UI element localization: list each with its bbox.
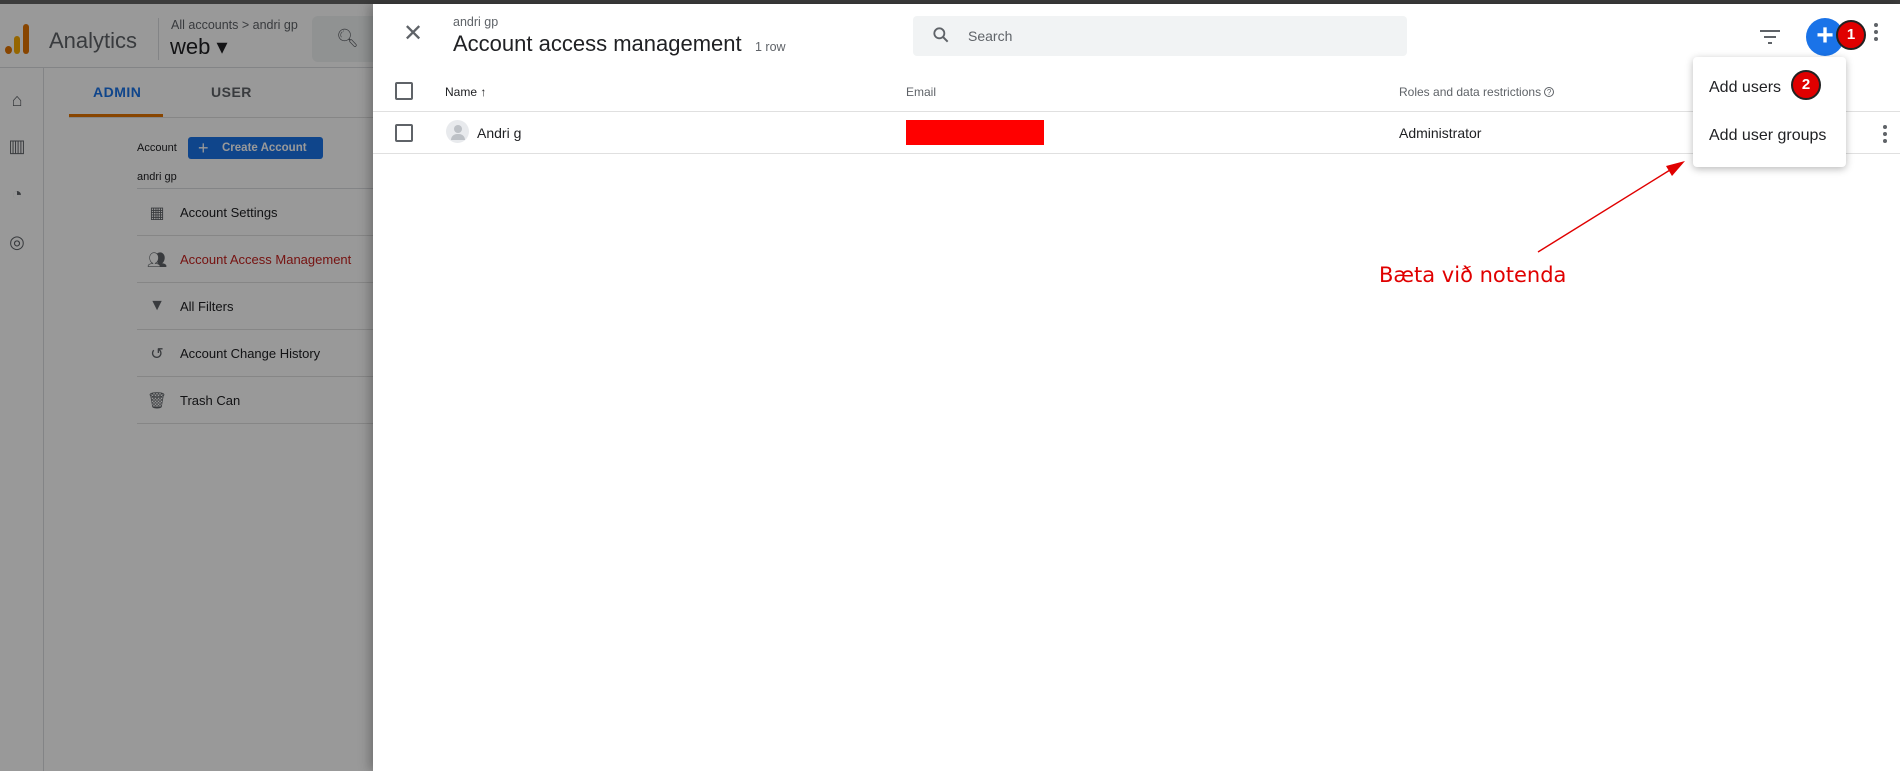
table-header: Name ↑ Email Roles and data restrictions… [373,70,1900,112]
more-vert-icon[interactable] [1873,23,1879,49]
column-name[interactable]: Name ↑ [445,85,486,99]
panel-subtitle: andri gp [453,15,499,29]
close-icon[interactable]: ✕ [401,22,425,46]
column-email: Email [906,85,937,99]
step-badge-2: 2 [1791,70,1821,100]
redacted-email [906,120,1044,145]
modal-scrim[interactable] [0,4,373,771]
row-more-vert-icon[interactable] [1882,125,1888,143]
column-roles-label: Roles and data restrictions [1399,85,1542,99]
menu-add-user-groups[interactable]: Add user groups [1709,127,1826,145]
help-icon[interactable]: ? [1544,87,1555,97]
select-all-checkbox[interactable] [395,82,413,100]
filter-list-icon[interactable] [1760,30,1780,44]
step-badge-1: 1 [1836,20,1866,50]
table-row[interactable]: Andri g Administrator [373,112,1900,154]
access-management-panel: ✕ andri gp Account access management 1 r… [373,4,1900,771]
column-roles: Roles and data restrictions? [1399,85,1555,99]
menu-add-users[interactable]: Add users [1709,79,1781,97]
user-name: Andri g [477,125,522,141]
panel-title: Account access management [453,31,742,56]
annotation-note: Bæta við notenda [1379,263,1567,287]
row-checkbox[interactable] [395,124,413,142]
row-count: 1 row [755,40,786,54]
annotation-arrow [1537,161,1685,253]
column-name-label: Name [445,85,478,99]
user-role: Administrator [1399,125,1482,141]
search-input[interactable] [968,16,1388,56]
search-icon [933,27,949,43]
avatar [446,120,469,143]
sort-arrow-up-icon: ↑ [480,85,487,99]
search-bar[interactable] [913,16,1407,56]
add-menu: Add users Add user groups [1693,57,1846,167]
